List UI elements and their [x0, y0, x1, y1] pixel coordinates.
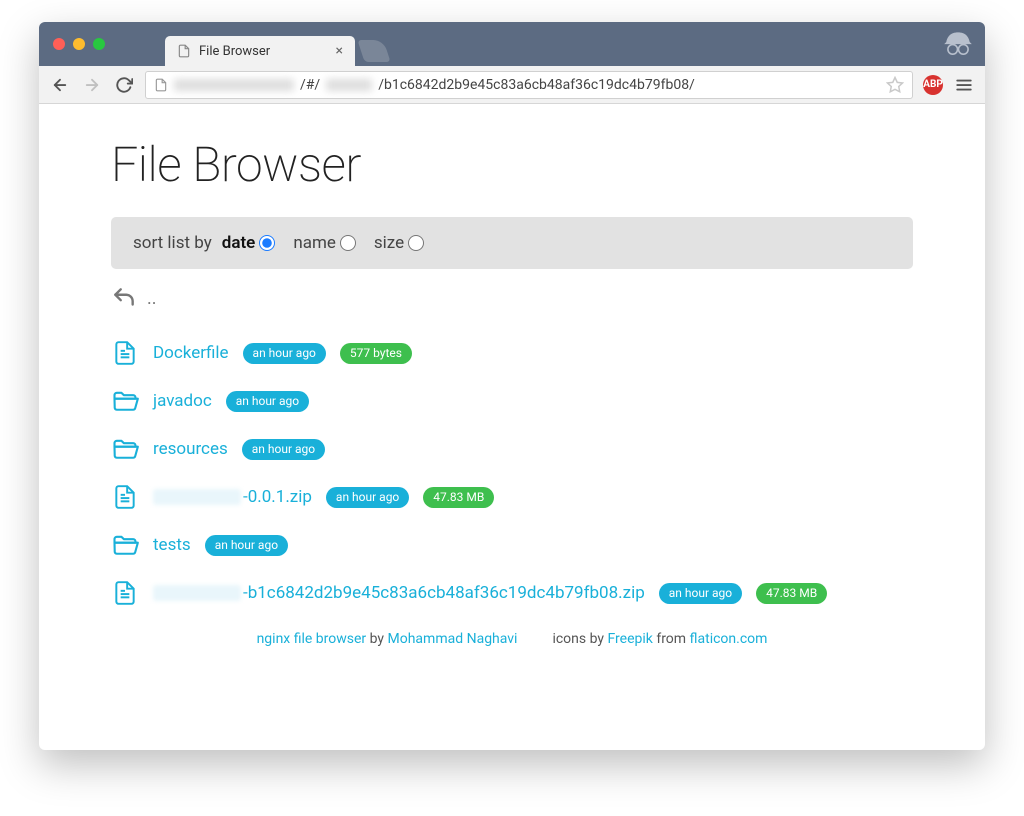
file-row: -0.0.1.zip an hour ago 47.83 MB	[111, 473, 913, 521]
url-mid: /#/	[300, 77, 320, 93]
incognito-icon	[941, 26, 975, 60]
forward-button[interactable]	[81, 74, 103, 96]
file-row: tests an hour ago	[111, 521, 913, 569]
time-badge: an hour ago	[243, 343, 326, 364]
page-content: File Browser sort list by date name size…	[39, 104, 985, 750]
close-window-button[interactable]	[53, 38, 65, 50]
url-redacted-seg	[326, 79, 372, 91]
file-icon	[177, 44, 191, 58]
address-bar[interactable]: /#/ /b1c6842d2b9e45c83a6cb48af36c19dc4b7…	[145, 71, 913, 99]
zoom-window-button[interactable]	[93, 38, 105, 50]
minimize-window-button[interactable]	[73, 38, 85, 50]
redacted-segment	[153, 585, 241, 601]
back-arrow-icon[interactable]	[111, 285, 137, 311]
tab-strip: File Browser ×	[39, 22, 985, 66]
file-name-link[interactable]: resources	[153, 439, 228, 459]
file-list: Dockerfile an hour ago 577 bytes javadoc an …	[111, 329, 913, 617]
file-name-link[interactable]: -b1c6842d2b9e45c83a6cb48af36c19dc4b79fb0…	[153, 583, 645, 603]
sort-bar: sort list by date name size	[111, 217, 913, 269]
file-row: Dockerfile an hour ago 577 bytes	[111, 329, 913, 377]
sort-radio-size[interactable]	[408, 235, 424, 251]
folder-icon	[111, 435, 139, 463]
back-button[interactable]	[49, 74, 71, 96]
file-icon	[111, 483, 139, 511]
time-badge: an hour ago	[226, 391, 309, 412]
time-badge: an hour ago	[326, 487, 409, 508]
file-row: -b1c6842d2b9e45c83a6cb48af36c19dc4b79fb0…	[111, 569, 913, 617]
tab-title: File Browser	[199, 44, 270, 59]
bookmark-star-icon[interactable]	[886, 76, 904, 94]
size-badge: 577 bytes	[340, 343, 412, 364]
folder-icon	[111, 531, 139, 559]
file-name-link[interactable]: -0.0.1.zip	[153, 487, 312, 507]
window-controls	[39, 22, 105, 66]
file-name-link[interactable]: javadoc	[153, 391, 212, 411]
parent-directory-row[interactable]: ..	[111, 285, 913, 311]
toolbar: /#/ /b1c6842d2b9e45c83a6cb48af36c19dc4b7…	[39, 66, 985, 104]
size-badge: 47.83 MB	[423, 487, 494, 508]
file-name-link[interactable]: tests	[153, 535, 191, 555]
browser-tab[interactable]: File Browser ×	[165, 36, 355, 66]
menu-button[interactable]	[953, 74, 975, 96]
time-badge: an hour ago	[659, 583, 742, 604]
time-badge: an hour ago	[242, 439, 325, 460]
time-badge: an hour ago	[205, 535, 288, 556]
sort-radio-name[interactable]	[340, 235, 356, 251]
footer-icon-author-link[interactable]: Freepik	[607, 631, 652, 647]
footer-icon-site-link[interactable]: flaticon.com	[690, 631, 768, 647]
new-tab-button[interactable]	[357, 40, 390, 62]
footer-author-link[interactable]: Mohammad Naghavi	[388, 631, 518, 647]
sort-option-size[interactable]: size	[374, 233, 424, 253]
sort-label: sort list by	[133, 233, 212, 253]
sort-option-date[interactable]: date	[222, 233, 276, 253]
footer-app-link[interactable]: nginx file browser	[257, 631, 367, 647]
page-icon	[154, 78, 168, 92]
footer: nginx file browser by Mohammad Naghavi i…	[111, 631, 913, 647]
page-title: File Browser	[111, 136, 913, 193]
adblock-icon[interactable]: ABP	[923, 75, 943, 95]
folder-icon	[111, 387, 139, 415]
file-icon	[111, 579, 139, 607]
sort-radio-date[interactable]	[259, 235, 275, 251]
file-name-link[interactable]: Dockerfile	[153, 343, 229, 363]
reload-button[interactable]	[113, 74, 135, 96]
close-tab-icon[interactable]: ×	[336, 43, 343, 59]
size-badge: 47.83 MB	[756, 583, 827, 604]
file-row: javadoc an hour ago	[111, 377, 913, 425]
url-path: /b1c6842d2b9e45c83a6cb48af36c19dc4b79fb0…	[378, 77, 695, 93]
browser-window: File Browser × /#/ /b1c6842d2b9e45c83a6c…	[39, 22, 985, 750]
sort-option-name[interactable]: name	[293, 233, 356, 253]
parent-dir-label: ..	[147, 288, 157, 309]
url-redacted-host	[174, 79, 294, 91]
file-row: resources an hour ago	[111, 425, 913, 473]
file-icon	[111, 339, 139, 367]
redacted-segment	[153, 489, 241, 505]
